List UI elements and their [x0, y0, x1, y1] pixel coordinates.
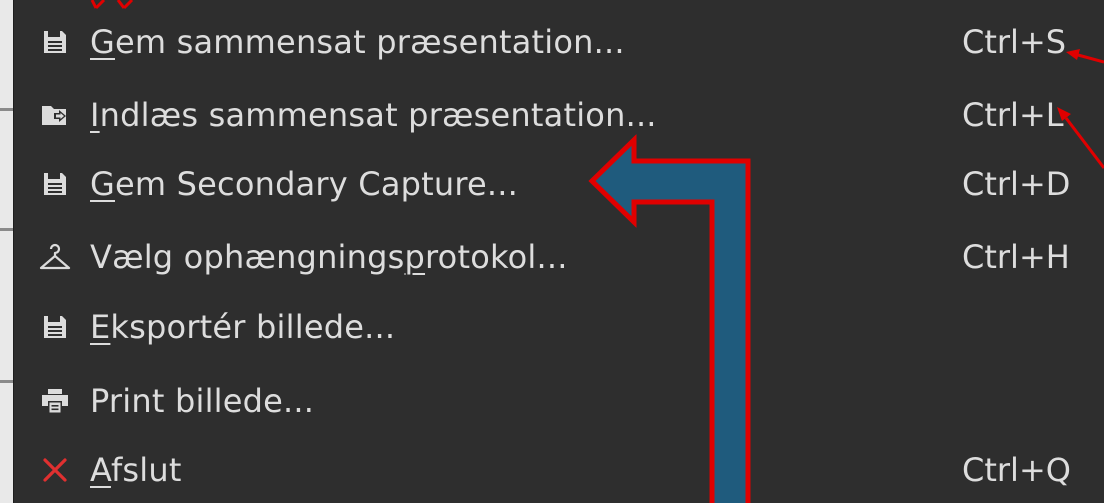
hanger-icon	[36, 239, 74, 275]
save-icon	[36, 24, 74, 60]
menu-item-shortcut: Ctrl+Q	[962, 451, 1071, 489]
menu-item-select-hanging-protocol[interactable]: Vælg ophængningsprotokol... Ctrl+H	[14, 225, 1104, 289]
menu-item-save-secondary-capture[interactable]: Gem Secondary Capture... Ctrl+D	[14, 152, 1104, 216]
menu-item-label: Print billede...	[90, 382, 315, 420]
file-menu: Gem sammensat præsentation... Ctrl+S Ind…	[13, 0, 1104, 503]
menu-item-shortcut: Ctrl+L	[962, 96, 1064, 134]
printer-icon	[36, 383, 74, 419]
save-icon	[36, 309, 74, 345]
menu-item-label: Vælg ophængningsprotokol...	[90, 238, 568, 276]
screenshot: Gem sammensat præsentation... Ctrl+S Ind…	[0, 0, 1104, 503]
menu-item-label: Indlæs sammensat præsentation...	[90, 96, 657, 134]
background-window-edge	[0, 0, 13, 503]
menu-item-shortcut: Ctrl+S	[962, 23, 1067, 61]
menu-item-label: Afslut	[90, 451, 182, 489]
menu-item-load-composed-presentation[interactable]: Indlæs sammensat præsentation... Ctrl+L	[14, 83, 1104, 147]
save-icon	[36, 166, 74, 202]
folder-open-icon	[36, 97, 74, 133]
menu-item-save-composed-presentation[interactable]: Gem sammensat præsentation... Ctrl+S	[14, 10, 1104, 74]
menu-item-print-image[interactable]: Print billede...	[14, 369, 1104, 433]
close-icon	[36, 452, 74, 488]
menu-item-shortcut: Ctrl+H	[962, 238, 1070, 276]
menu-item-label: Gem Secondary Capture...	[90, 165, 519, 203]
menu-item-label: Gem sammensat præsentation...	[90, 23, 625, 61]
menu-item-export-image[interactable]: Eksportér billede...	[14, 295, 1104, 359]
menu-item-label: Eksportér billede...	[90, 308, 396, 346]
menu-item-shortcut: Ctrl+D	[962, 165, 1071, 203]
menu-item-quit[interactable]: Afslut Ctrl+Q	[14, 438, 1104, 502]
